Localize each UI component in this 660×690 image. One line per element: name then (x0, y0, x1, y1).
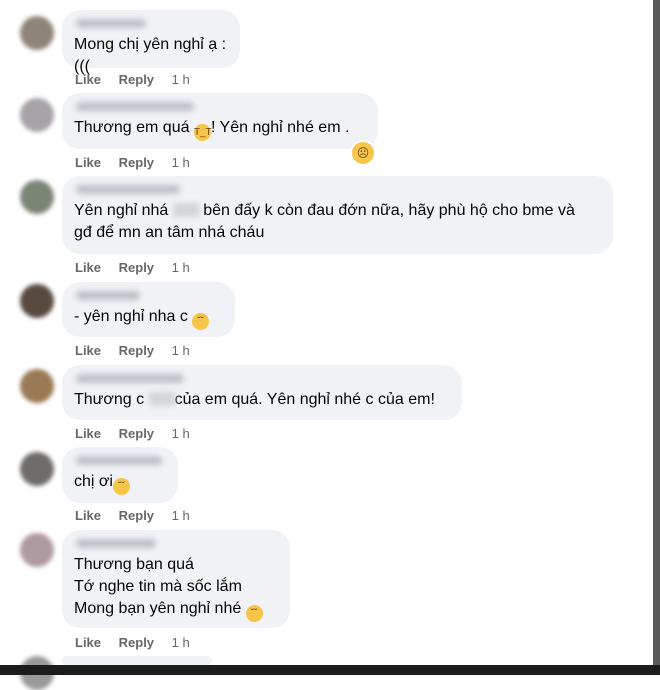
avatar[interactable] (20, 98, 54, 132)
redacted-name (148, 392, 175, 406)
avatar[interactable] (20, 16, 54, 50)
comment-text: Thương bạn quá Tớ nghe tin mà sốc lắm Mong… (74, 554, 278, 622)
avatar[interactable] (20, 533, 54, 567)
avatar[interactable] (20, 369, 54, 403)
comment-text-part: Thương em quá (74, 119, 194, 136)
redacted-name (172, 203, 199, 217)
reply-button[interactable]: Reply (119, 72, 154, 87)
commenter-name[interactable] (76, 539, 156, 548)
comment-text: Thương c của em quá. Yên nghỉ nhé c của … (74, 389, 450, 411)
reply-button[interactable]: Reply (119, 260, 154, 275)
timestamp[interactable]: 1 h (172, 426, 190, 441)
comment-text-part: Yên nghỉ nhá (74, 202, 173, 219)
window-edge (0, 665, 660, 675)
reply-button[interactable]: Reply (119, 508, 154, 523)
like-button[interactable]: Like (75, 155, 101, 170)
comment-bubble-partial (62, 656, 212, 665)
commenter-name[interactable] (76, 19, 146, 28)
timestamp[interactable]: 1 h (172, 343, 190, 358)
comment-text-part: chị ơi (74, 473, 113, 490)
comment-bubble: Thương c của em quá. Yên nghỉ nhé c của … (62, 365, 462, 420)
comment-bubble: Thương bạn quá Tớ nghe tin mà sốc lắm Mong… (62, 530, 290, 628)
comment-text-part: Thương c (74, 391, 149, 408)
comment-actions: Like Reply 1 h (75, 72, 204, 87)
reply-button[interactable]: Reply (119, 155, 154, 170)
comment-text: - yên nghỉ nha c ˘˘ (74, 306, 223, 330)
timestamp[interactable]: 1 h (172, 508, 190, 523)
comment-actions: Like Reply 1 h (75, 426, 204, 441)
like-button[interactable]: Like (75, 635, 101, 650)
avatar[interactable] (20, 452, 54, 486)
comment-text-part: - yên nghỉ nha c (74, 308, 193, 325)
comment-text-part: ! Yên nghỉ nhé em . (210, 119, 350, 136)
avatar[interactable] (20, 180, 54, 214)
commenter-name[interactable] (76, 102, 194, 111)
comment-actions: Like Reply 1 h (75, 260, 204, 275)
comment-text-part: Mong bạn yên nghỉ nhé (74, 600, 246, 617)
like-button[interactable]: Like (75, 343, 101, 358)
sad-face-icon[interactable]: ☹ (350, 140, 376, 166)
pensive-face-icon: ˘˘ (245, 605, 263, 622)
comment-thread: Mong chị yên nghỉ ạ :((( Like Reply 1 h … (0, 0, 653, 690)
comment-text: chị ơi ˘˘ (74, 471, 166, 495)
commenter-name[interactable] (76, 291, 140, 300)
timestamp[interactable]: 1 h (172, 155, 190, 170)
commenter-name[interactable] (76, 374, 184, 383)
comment-bubble: Thương em quá T_T! Yên nghỉ nhé em . (62, 93, 378, 149)
comment-actions: Like Reply 1 h (75, 343, 204, 358)
comment-text-part: gđ để mn an tâm nhá cháu (74, 224, 265, 241)
like-button[interactable]: Like (75, 260, 101, 275)
commenter-name[interactable] (76, 456, 162, 465)
comment-bubble: Mong chị yên nghỉ ạ :((( (62, 10, 240, 75)
timestamp[interactable]: 1 h (172, 260, 190, 275)
reply-button[interactable]: Reply (119, 343, 154, 358)
timestamp[interactable]: 1 h (172, 72, 190, 87)
comment-text: Thương em quá T_T! Yên nghỉ nhé em . (74, 117, 366, 141)
like-button[interactable]: Like (75, 72, 101, 87)
comment-bubble: chị ơi ˘˘ (62, 447, 178, 503)
reply-button[interactable]: Reply (119, 635, 154, 650)
comment-text-part: của em quá. Yên nghỉ nhé c của em! (174, 391, 435, 408)
like-button[interactable]: Like (75, 508, 101, 523)
comment-actions: Like Reply 1 h (75, 635, 204, 650)
window-edge (653, 0, 660, 675)
timestamp[interactable]: 1 h (172, 635, 190, 650)
comment-actions: Like Reply 1 h (75, 508, 204, 523)
comment-bubble: Yên nghỉ nhá bên đấy k còn đau đớn nữa, … (62, 176, 613, 254)
comment-text-part: bên đấy k còn đau đớn nữa, hãy phù hộ ch… (198, 202, 575, 219)
comment-text-part: Thương bạn quá (74, 556, 194, 573)
avatar[interactable] (20, 284, 54, 318)
comment-actions: Like Reply 1 h (75, 155, 204, 170)
comment-text: Yên nghỉ nhá bên đấy k còn đau đớn nữa, … (74, 200, 601, 244)
commenter-name[interactable] (76, 185, 180, 194)
pensive-face-icon: ˘˘ (192, 313, 210, 330)
reply-button[interactable]: Reply (119, 426, 154, 441)
pensive-face-icon: ˘˘ (112, 478, 130, 495)
comment-text-part: Tớ nghe tin mà sốc lắm (74, 578, 242, 595)
comment-bubble: - yên nghỉ nha c ˘˘ (62, 282, 235, 337)
crying-face-icon: T_T (193, 124, 212, 141)
like-button[interactable]: Like (75, 426, 101, 441)
